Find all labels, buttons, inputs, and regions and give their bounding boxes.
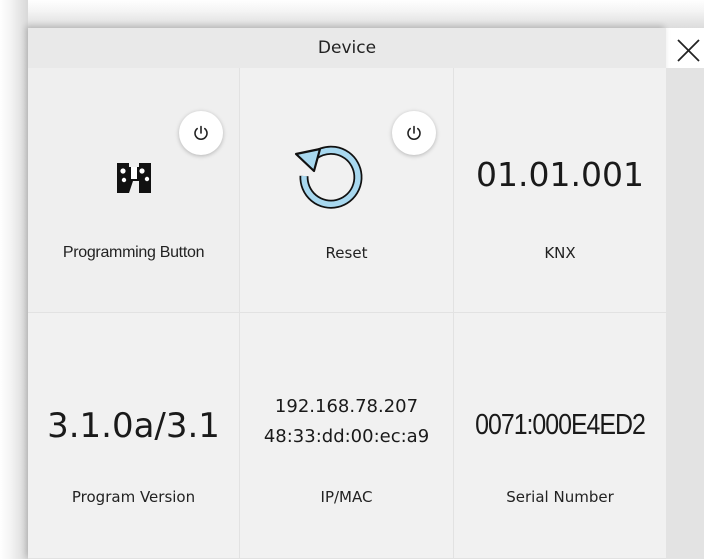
knx-tile: 01.01.001 KNX (454, 68, 666, 313)
dialog-title: Device (317, 38, 377, 58)
backdrop-top (0, 0, 704, 28)
program-version-label: Program Version (71, 488, 196, 506)
title-bar: Device (28, 28, 666, 68)
device-dialog: Device Programming Button Reset 01.01.00… (28, 28, 666, 559)
power-icon (407, 125, 421, 140)
reset-label: Reset (325, 244, 368, 262)
close-icon (677, 39, 700, 62)
power-icon (194, 125, 208, 140)
program-version-value: 3.1.0a/3.1 (47, 406, 220, 446)
ip-mac-label: IP/MAC (320, 488, 373, 506)
programming-button-tile[interactable]: Programming Button (28, 68, 240, 313)
reset-icon (290, 138, 366, 214)
reset-tile[interactable]: Reset (240, 68, 454, 313)
mac-address: 48:33:dd:00:ec:a9 (263, 426, 430, 447)
programming-power-button[interactable] (179, 111, 223, 155)
serial-number-value: 0071:000E4ED2 (475, 409, 646, 441)
ip-mac-tile: 192.168.78.207 48:33:dd:00:ec:a9 IP/MAC (240, 313, 454, 559)
program-version-tile: 3.1.0a/3.1 Program Version (28, 313, 240, 559)
knx-label: KNX (544, 244, 576, 262)
reset-power-button[interactable] (392, 111, 436, 155)
backdrop-left (0, 0, 28, 559)
right-edge-strip (666, 68, 704, 559)
device-info-grid: Programming Button Reset 01.01.001 KNX 3… (28, 68, 666, 559)
knx-address: 01.01.001 (476, 155, 644, 194)
serial-number-label: Serial Number (506, 488, 614, 506)
ip-address: 192.168.78.207 (274, 396, 419, 417)
programming-button-label: Programming Button (62, 244, 205, 261)
close-button[interactable] (672, 37, 702, 67)
serial-number-tile: 0071:000E4ED2 Serial Number (454, 313, 666, 559)
programming-button-icon (110, 154, 158, 202)
